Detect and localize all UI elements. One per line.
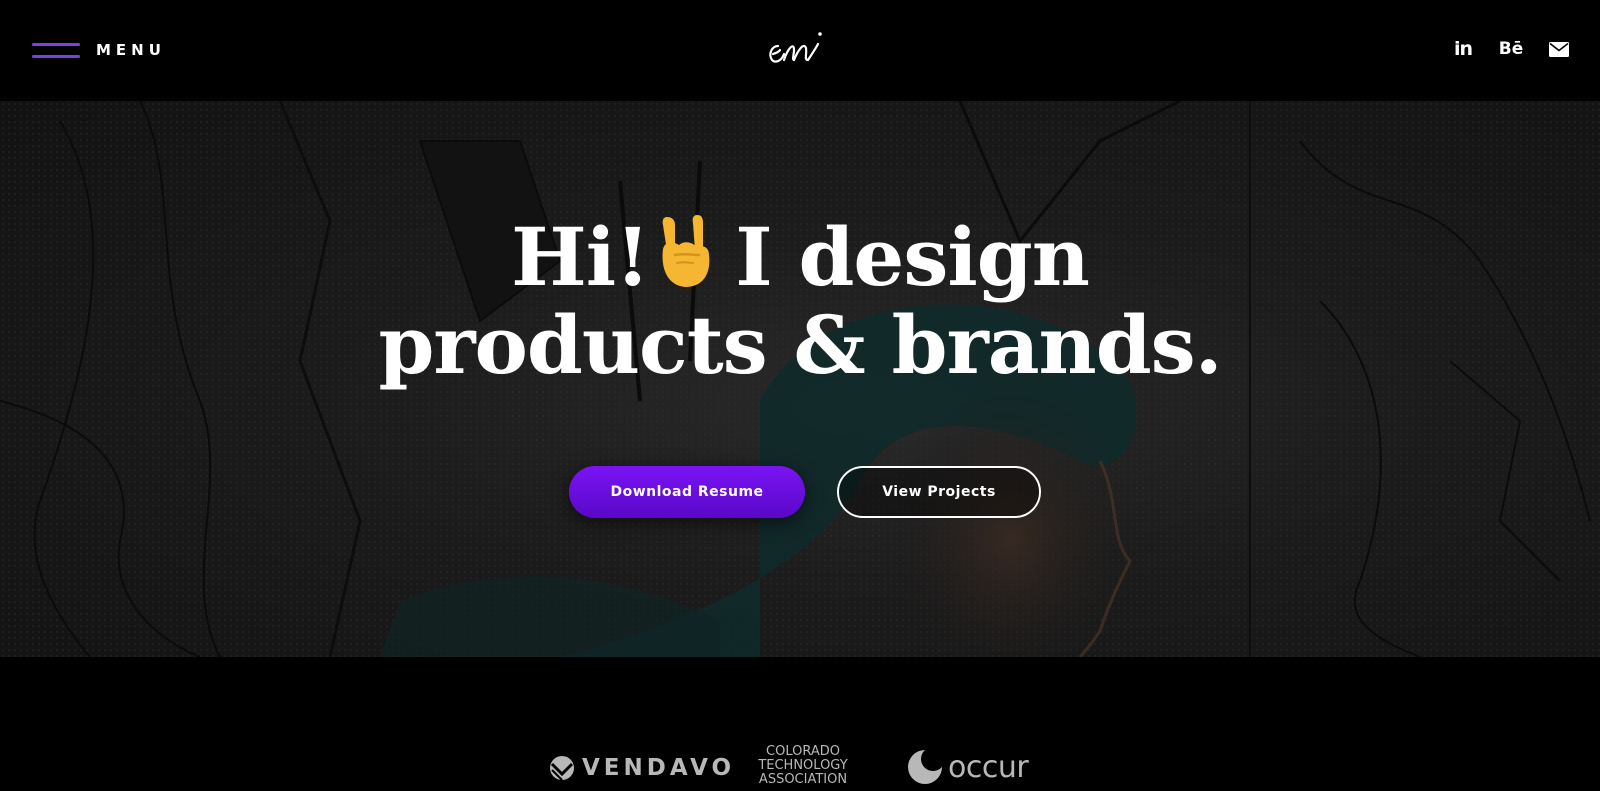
colorado-technology-association-logo: COLORADO TECHNOLOGY ASSOCIATION	[748, 745, 858, 787]
rock-on-hand-emoji	[662, 215, 710, 287]
cta-line-3: ASSOCIATION	[758, 772, 848, 787]
hero-section: Hi! I design products & brands. Download…	[0, 101, 1600, 657]
vendavo-text: VENDAVO	[582, 755, 736, 781]
social-links: in Bē	[1452, 38, 1570, 60]
cta-line-1: COLORADO	[766, 744, 840, 759]
vendavo-mark-icon	[550, 756, 574, 781]
logo[interactable]	[764, 24, 844, 72]
mail-icon[interactable]	[1548, 38, 1570, 60]
cta-line-2: TECHNOLOGY	[758, 758, 848, 773]
occur-text: occur	[948, 749, 1029, 785]
headline-hi: Hi!	[511, 210, 650, 304]
headline-i-design: I design	[735, 210, 1090, 304]
occur-mark-icon	[908, 748, 944, 784]
menu-button[interactable]: MENU	[32, 38, 166, 62]
menu-label: MENU	[96, 41, 166, 59]
download-resume-button[interactable]: Download Resume	[569, 466, 805, 518]
headline-line-2: products & brands.	[378, 298, 1222, 392]
hamburger-icon	[32, 40, 80, 60]
view-projects-button[interactable]: View Projects	[837, 466, 1041, 518]
client-logos: VENDAVO COLORADO TECHNOLOGY ASSOCIATION …	[0, 657, 1600, 791]
hero-headline: Hi! I design products & brands.	[0, 211, 1600, 389]
behance-icon[interactable]: Bē	[1499, 38, 1524, 60]
linkedin-icon[interactable]: in	[1452, 38, 1474, 60]
site-header: MENU in Bē	[0, 0, 1600, 101]
vendavo-logo: VENDAVO	[548, 753, 735, 783]
occur-logo: occur	[906, 747, 1029, 787]
headline-line-1: Hi! I design	[0, 211, 1600, 301]
